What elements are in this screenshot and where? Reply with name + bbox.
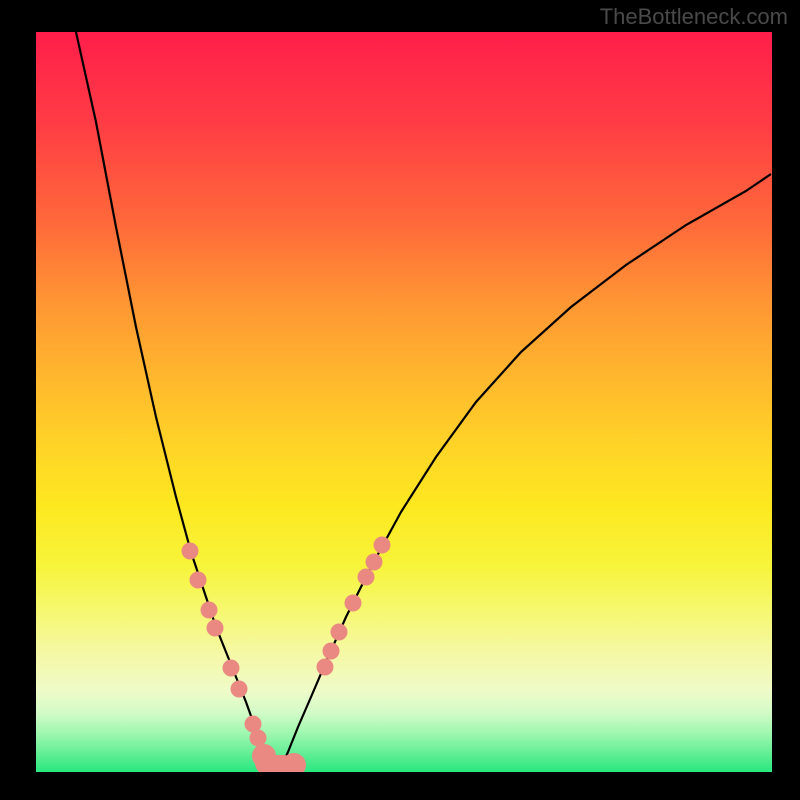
watermark-text: TheBottleneck.com [600,4,788,30]
data-dot [223,660,240,677]
data-dot [317,659,334,676]
data-dot [201,602,218,619]
data-dot [282,753,306,772]
data-dot [207,620,224,637]
right-curve [281,174,771,767]
data-dot [358,569,375,586]
data-dot [323,643,340,660]
data-dot [182,543,199,560]
curves-svg [36,32,772,772]
data-dot [345,595,362,612]
data-dot [374,537,391,554]
data-dot [331,624,348,641]
data-dot [231,681,248,698]
chart-area [36,32,772,772]
left-curve [76,32,270,767]
data-dot [190,572,207,589]
data-dot [366,554,383,571]
